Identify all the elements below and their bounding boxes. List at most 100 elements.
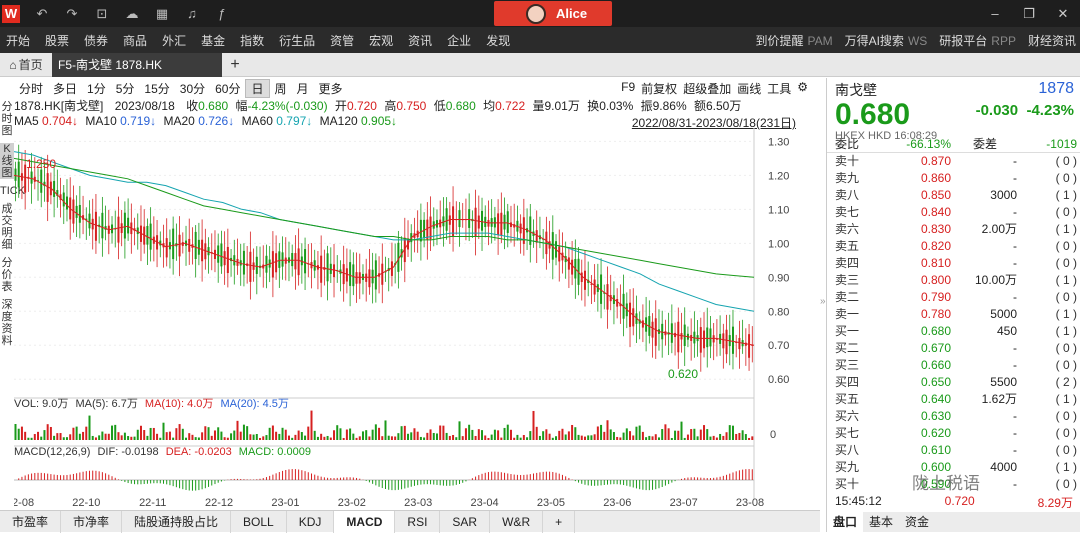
period-item[interactable]: 1分 [82,80,111,97]
sidebar-item[interactable]: 深度资料 [0,299,14,347]
settings-icon[interactable]: ⚙ [797,80,808,97]
period-item[interactable]: 月 [292,80,314,97]
indicator-tab[interactable]: 市盈率 [0,510,62,533]
chart-tool[interactable]: 超级叠加 [683,80,731,97]
volume-bar [464,428,467,440]
vol-panel-label: VOL: 9.0万 MA(5): 6.7万 MA(10): 4.0万 MA(20… [14,398,289,410]
crop-icon[interactable]: ⊡ [94,6,110,22]
order-book-row[interactable]: 买六 0.630 - ( 0 ) [827,408,1080,425]
volume-bar [14,424,17,440]
undo-icon[interactable]: ↶ [34,6,50,22]
sidebar-item[interactable]: 成交明细 [0,203,14,251]
order-book-row[interactable]: 买二 0.670 - ( 0 ) [827,340,1080,357]
add-tab-button[interactable]: + [222,56,248,74]
menu-item[interactable]: 股票 [39,32,75,49]
order-book-row[interactable]: 卖七 0.840 - ( 0 ) [827,204,1080,221]
indicator-tab[interactable]: 市净率 [61,510,123,533]
indicator-tab[interactable]: 陆股通持股占比 [122,510,232,533]
chart-tool[interactable]: 画线 [737,80,761,97]
level-label: 买三 [835,358,860,372]
order-book-row[interactable]: 卖六 0.830 2.00万 ( 1 ) [827,221,1080,238]
indicator-tab[interactable]: KDJ [287,510,335,533]
quote-tab[interactable]: 基本 [863,512,899,532]
period-item[interactable]: 更多 [314,80,348,97]
period-item[interactable]: 15分 [139,80,174,97]
volume-bar [561,428,564,440]
indicator-tab-selected[interactable]: MACD [334,510,396,533]
menu-right-item[interactable]: 万得AI搜索 WS [845,32,928,49]
menu-item[interactable]: 指数 [234,32,270,49]
order-book-row[interactable]: 买五 0.640 1.62万 ( 1 ) [827,391,1080,408]
sidebar-item[interactable]: 分价表 [0,257,14,293]
quote-tab-selected[interactable]: 盘口 [827,512,864,532]
level-label: 买五 [835,392,860,406]
menu-item[interactable]: 衍生品 [273,32,321,49]
menu-item[interactable]: 商品 [117,32,153,49]
tab-home[interactable]: ⌂ 首页 [0,53,52,77]
menu-item[interactable]: 基金 [195,32,231,49]
indicator-tab[interactable]: SAR [440,510,491,533]
order-book-row[interactable]: 买八 0.610 - ( 0 ) [827,442,1080,459]
order-book-row[interactable]: 卖九 0.860 - ( 0 ) [827,170,1080,187]
indicator-tab[interactable]: BOLL [231,510,287,533]
order-book-row[interactable]: 买一 0.680 450 ( 1 ) [827,323,1080,340]
period-item[interactable]: 多日 [48,80,82,97]
menu-item[interactable]: 资讯 [402,32,438,49]
quote-code[interactable]: 1878 [1038,80,1074,98]
minimize-icon[interactable]: – [978,0,1012,27]
period-item[interactable]: 60分 [210,80,245,97]
chart-tool[interactable]: 前复权 [641,80,677,97]
x-tick-label: 23-01 [271,497,299,509]
menu-item[interactable]: 开始 [0,32,36,49]
menu-item[interactable]: 宏观 [363,32,399,49]
period-item[interactable]: 周 [270,80,292,97]
volume-bar [181,428,184,440]
period-item[interactable]: 5分 [111,80,140,97]
order-book-row[interactable]: 买七 0.620 - ( 0 ) [827,425,1080,442]
period-item[interactable]: 分时 [14,80,48,97]
order-book-row[interactable]: 卖三 0.800 10.00万 ( 1 ) [827,272,1080,289]
order-book-row[interactable]: 卖十 0.870 - ( 0 ) [827,153,1080,170]
chat-icon[interactable]: ☁ [124,6,140,22]
period-item[interactable]: 30分 [175,80,210,97]
sidebar-item[interactable]: 分时图 [0,101,14,137]
order-book-row[interactable]: 买四 0.650 5500 ( 2 ) [827,374,1080,391]
candle-body [349,262,352,286]
order-book-row[interactable]: 卖一 0.780 5000 ( 1 ) [827,306,1080,323]
sidebar-item-selected[interactable]: K线图 [0,143,14,179]
add-indicator-button[interactable]: + [543,510,576,533]
volume-bar [632,435,635,440]
indicator-tab[interactable]: RSI [395,510,441,533]
order-book-row[interactable]: 卖八 0.850 3000 ( 1 ) [827,187,1080,204]
grid-icon[interactable]: ▦ [154,6,170,22]
function-icon[interactable]: ƒ [214,6,230,22]
tab-stock[interactable]: F5-南戈壁 1878.HK [52,52,222,77]
indicator-tab[interactable]: W&R [490,510,544,533]
menu-item[interactable]: 发现 [480,32,516,49]
menu-right-item[interactable]: 到价提醒 PAM [755,32,832,49]
chart-tool[interactable]: F9 [621,80,635,97]
menu-right-item[interactable]: 财经资讯 [1028,32,1076,49]
menu-item[interactable]: 债券 [78,32,114,49]
volume-bar [291,437,294,440]
restore-icon[interactable]: ❐ [1012,0,1046,27]
chart-svg[interactable]: 1.30 1.20 1.10 1.00 0.90 0.80 0.70 0.60 22-08 22… [6,128,820,510]
sidebar-item[interactable]: TICK [0,185,25,197]
quote-tab[interactable]: 资金 [899,512,935,532]
close-icon[interactable]: ✕ [1046,0,1080,27]
order-book-row[interactable]: 买三 0.660 - ( 0 ) [827,357,1080,374]
chart-tool[interactable]: 工具 [767,80,791,97]
menu-right-item[interactable]: 研报平台 RPP [939,32,1016,49]
order-book-row[interactable]: 卖四 0.810 - ( 0 ) [827,255,1080,272]
period-item-selected[interactable]: 日 [245,78,270,98]
menu-item[interactable]: 企业 [441,32,477,49]
stock-code: 1878.HK[南戈壁] [14,99,104,113]
menu-item[interactable]: 外汇 [156,32,192,49]
menu-item[interactable]: 资管 [324,32,360,49]
kline-chart[interactable]: 1.30 1.20 1.10 1.00 0.90 0.80 0.70 0.60 22-08 22… [6,128,820,524]
order-book-row[interactable]: 卖五 0.820 - ( 0 ) [827,238,1080,255]
redo-icon[interactable]: ↷ [64,6,80,22]
order-book-row[interactable]: 卖二 0.790 - ( 0 ) [827,289,1080,306]
bell-icon[interactable]: ♫ [184,6,200,22]
user-badge[interactable]: Alice [494,1,612,26]
